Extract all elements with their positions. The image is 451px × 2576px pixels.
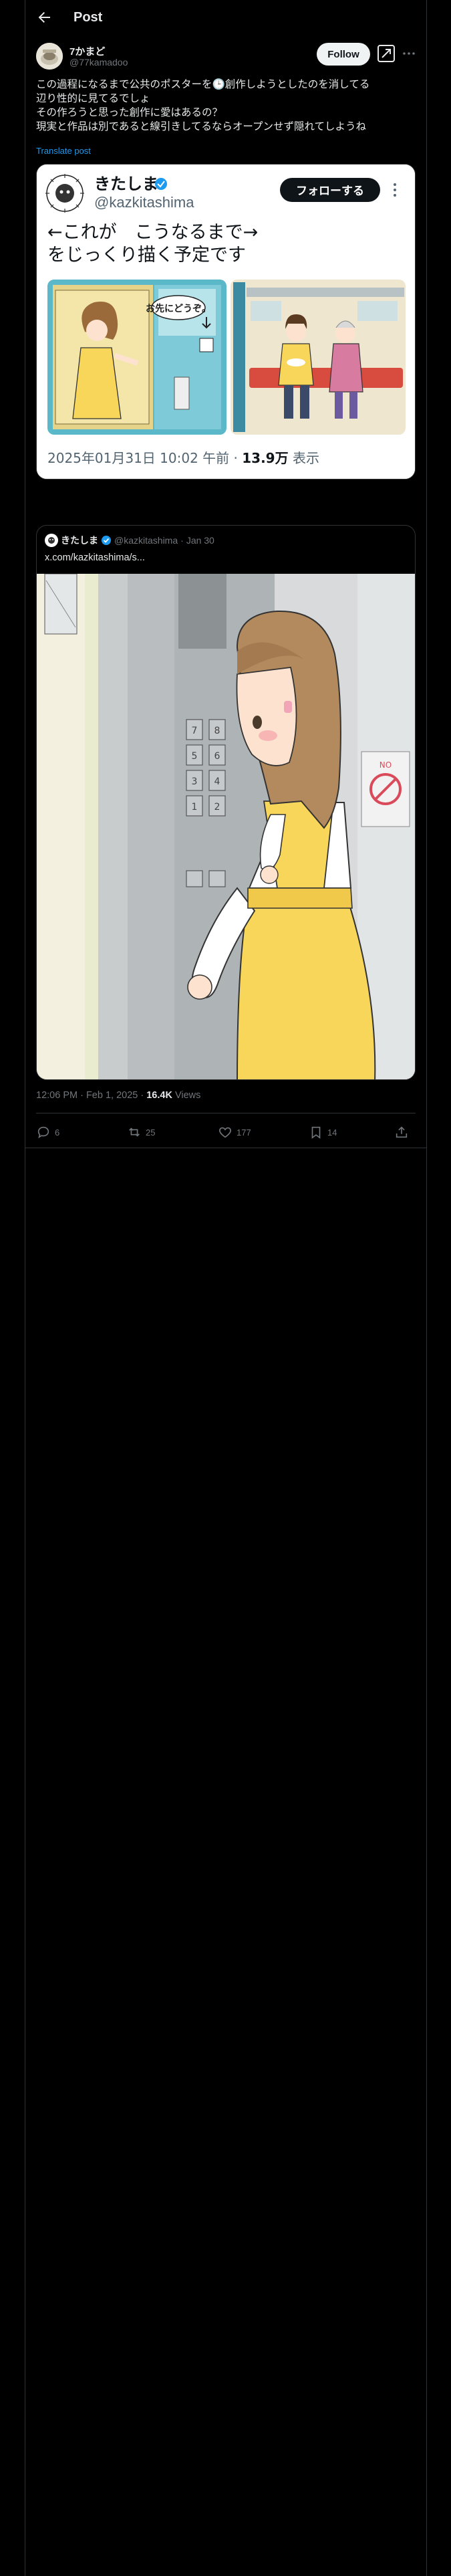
post-views-count: 16.4K — [146, 1090, 172, 1101]
tweet-text: この過程になるまで公共のポスターを🕒創作しようとしたのを消してる 辺り性的に見て… — [36, 78, 416, 134]
quoted-separator: · — [180, 535, 184, 546]
reply-count: 6 — [55, 1127, 60, 1138]
tweet-line: 辺り性的に見てるでしょ — [36, 93, 150, 104]
svg-text:3: 3 — [192, 776, 198, 787]
svg-text:NO: NO — [380, 760, 392, 770]
reply-icon — [37, 1126, 49, 1139]
quoted-author-handle: @kazkitashima — [114, 535, 178, 546]
svg-text:5: 5 — [192, 751, 198, 762]
author-avatar[interactable] — [36, 43, 63, 70]
like-count: 177 — [237, 1127, 251, 1138]
bookmark-icon — [311, 1126, 321, 1139]
quoted-post[interactable]: きたしま @kazkitashima · Jan 30 x.com/kazkit… — [36, 525, 416, 1080]
tweet-line: その作ろうと思った創作に愛はあるの？ — [36, 107, 223, 118]
quoted-author-avatar — [45, 534, 58, 547]
embedded-meta: 2025年01月31日 10:02 午前 · 13.9万 表示 — [47, 450, 319, 466]
repost-count: 25 — [146, 1127, 156, 1138]
repost-icon — [129, 1128, 140, 1137]
follow-button[interactable]: Follow — [317, 43, 370, 66]
share-icon — [396, 1126, 408, 1138]
verified-badge-icon — [155, 178, 167, 190]
poster-image-left: お先にどうぞ。 — [47, 280, 227, 435]
poster-speech-bubble: お先にどうぞ。 — [146, 303, 211, 314]
svg-text:1: 1 — [192, 802, 198, 813]
svg-text:6: 6 — [214, 751, 220, 762]
embedded-views-label: 表示 — [289, 450, 319, 466]
share-button[interactable] — [394, 1125, 409, 1140]
svg-text:8: 8 — [214, 726, 220, 736]
svg-text:7: 7 — [192, 726, 198, 736]
repost-button[interactable]: 25 — [127, 1125, 155, 1140]
embedded-text-line1: ←これが こうなるまで→ — [47, 222, 258, 243]
verified-badge-icon — [102, 536, 111, 545]
bookmark-button[interactable]: 14 — [309, 1125, 337, 1140]
translate-post-link[interactable]: Translate post — [36, 146, 91, 156]
embedded-views-count: 13.9万 — [242, 450, 288, 466]
embedded-text-line2: をじっくり描く予定です — [47, 245, 246, 265]
poster-image-right — [231, 280, 406, 435]
author-handle[interactable]: @77kamadoo — [69, 57, 128, 68]
post-timestamp[interactable]: 12:06 PM · Feb 1, 2025 · 16.4K Views — [36, 1090, 200, 1101]
action-bar: 6 25 177 14 — [36, 1118, 416, 1148]
post-time: 12:06 PM · Feb 1, 2025 · — [36, 1090, 147, 1101]
grok-icon[interactable] — [377, 44, 396, 63]
svg-text:2: 2 — [214, 802, 220, 813]
heart-icon — [219, 1127, 231, 1138]
quoted-illustration[interactable]: 7 8 5 6 3 4 1 2 NO — [37, 574, 415, 1079]
tweet-line: この過程になるまで公共のポスターを🕒創作しようとしたのを消してる — [36, 79, 370, 90]
embedded-follow-label: フォローする — [296, 185, 364, 198]
quoted-post-header: きたしま @kazkitashima · Jan 30 — [45, 534, 214, 547]
reply-button[interactable]: 6 — [36, 1125, 59, 1140]
tweet-image[interactable]: きたしま @kazkitashima フォローする ←これが こうなるまで→ を… — [36, 164, 416, 479]
embedded-tweet-screenshot: きたしま @kazkitashima フォローする ←これが こうなるまで→ を… — [37, 165, 415, 479]
embedded-name: きたしま — [94, 175, 158, 193]
embedded-meta-date: 2025年01月31日 10:02 午前 · — [47, 450, 242, 466]
svg-text:4: 4 — [214, 776, 220, 787]
main-column: Post 7かまど @77kamadoo Follow この過程になるまで公共の… — [25, 0, 427, 2576]
quoted-post-link-text[interactable]: x.com/kazkitashima/s... — [45, 552, 145, 563]
top-bar: Post — [25, 0, 426, 35]
author-name[interactable]: 7かまど — [69, 44, 105, 58]
more-options-icon[interactable] — [401, 45, 417, 62]
bookmark-count: 14 — [327, 1127, 337, 1138]
post-views-label: Views — [172, 1090, 201, 1101]
quoted-date: Jan 30 — [186, 535, 214, 546]
quoted-author-name: きたしま — [61, 535, 98, 546]
back-arrow-icon[interactable] — [36, 9, 52, 25]
embedded-handle: @kazkitashima — [94, 194, 194, 211]
tweet-line: 現実と作品は別であると線引きしてるならオープンせず隠れてしようね — [36, 121, 366, 132]
page-title: Post — [73, 10, 103, 25]
like-button[interactable]: 177 — [218, 1125, 251, 1140]
